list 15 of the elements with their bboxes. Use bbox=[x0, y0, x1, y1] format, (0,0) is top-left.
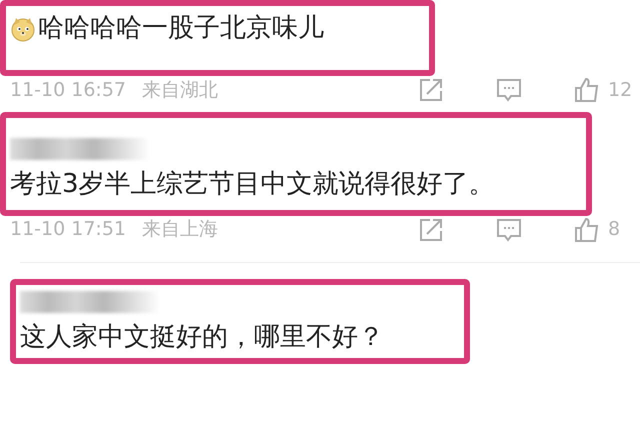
comment-icon[interactable] bbox=[496, 76, 522, 103]
like-count: 12 bbox=[608, 78, 634, 103]
timestamp: 11-10 17:51 bbox=[10, 217, 126, 242]
timestamp: 11-10 16:57 bbox=[10, 78, 126, 103]
location-text: 来自湖北 bbox=[142, 78, 218, 103]
share-icon[interactable] bbox=[418, 76, 444, 103]
location-text: 来自上海 bbox=[142, 217, 218, 242]
comment-text: 考拉3岁半上综艺节目中文就说得很好了。 bbox=[10, 168, 495, 201]
comment-text: 这人家中文挺好的，哪里不好？ bbox=[20, 320, 384, 354]
thumbs-up-icon[interactable] bbox=[574, 216, 600, 243]
share-icon[interactable] bbox=[418, 216, 444, 243]
thumbs-up-icon[interactable] bbox=[574, 76, 600, 103]
comment-icon[interactable] bbox=[496, 216, 522, 243]
comment-text: 哈哈哈哈一股子北京味儿 bbox=[38, 12, 324, 45]
like-count: 8 bbox=[608, 217, 622, 242]
